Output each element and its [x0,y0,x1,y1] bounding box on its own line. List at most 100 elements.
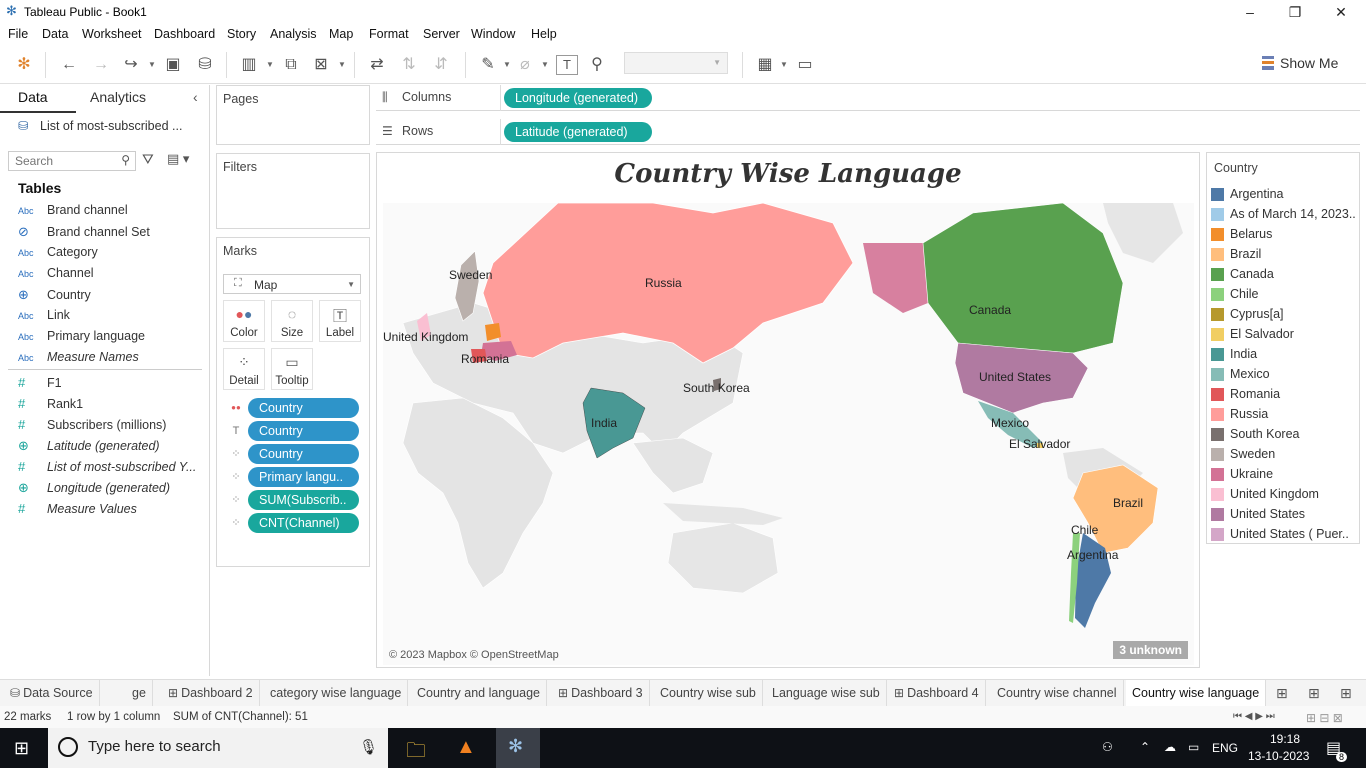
view-list-icon[interactable]: ▤ ▾ [167,151,189,167]
language-indicator[interactable]: ENG [1212,741,1238,755]
sort-ascending-icon[interactable]: ⇅ [398,54,420,76]
legend-item[interactable]: Belarus [1211,225,1359,245]
clock-time[interactable]: 19:18 [1259,732,1311,746]
sheet-tab[interactable]: Country and language [411,680,548,707]
menu-dashboard[interactable]: Dashboard [154,27,215,41]
menu-analysis[interactable]: Analysis [270,27,317,41]
color-button[interactable]: ●● Color [223,300,265,342]
mark-type-select[interactable]: ⛶ Map ▼ [223,274,361,294]
group-members-icon[interactable]: ⌀ [514,54,536,76]
collapse-pane-icon[interactable]: ‹ [193,89,198,105]
tab-data[interactable]: Data [18,89,48,105]
field-item[interactable]: # List of most-subscribed Y... [18,459,208,480]
pages-shelf[interactable]: Pages [216,85,370,145]
marks-pill[interactable]: Country [248,398,359,418]
replay-icon[interactable]: ↪ [120,54,142,76]
clock-date[interactable]: 13-10-2023 [1248,749,1309,763]
highlight-icon[interactable]: ✎ [477,54,499,76]
vlc-icon[interactable]: ▲ [456,736,476,759]
windows-start-icon[interactable]: ⊞ [14,738,29,759]
chevron-down-icon[interactable]: ▼ [780,60,788,69]
field-item[interactable]: # Rank1 [18,396,208,417]
sort-descending-icon[interactable]: ⇵ [430,54,452,76]
field-item[interactable]: # Measure Values [18,501,208,522]
legend-item[interactable]: Mexico [1211,365,1359,385]
new-worksheet-icon[interactable]: ▥ [238,54,260,76]
marks-pill[interactable]: Primary langu.. [248,467,359,487]
field-item[interactable]: Abc Link [18,308,208,329]
field-item[interactable]: Abc Measure Names [18,350,208,371]
menu-story[interactable]: Story [227,27,256,41]
datasource-item[interactable]: ⛁ List of most-subscribed ... [18,118,182,133]
marks-pill[interactable]: CNT(Channel) [248,513,359,533]
legend-item[interactable]: Ukraine [1211,465,1359,485]
filters-shelf[interactable]: Filters [216,153,370,229]
tray-expand-icon[interactable]: ⌃ [1140,740,1150,754]
marks-pill[interactable]: Country [248,421,359,441]
fit-select[interactable]: ▼ [624,52,728,74]
swap-rows-columns-icon[interactable]: ⇄ [366,54,388,76]
tooltip-button[interactable]: ▭ Tooltip [271,348,313,390]
legend-item[interactable]: Chile [1211,285,1359,305]
taskbar-search[interactable]: Type here to search 🎙 [48,728,388,768]
legend-item[interactable]: United States [1211,505,1359,525]
file-explorer-icon[interactable]: 🗀 [406,736,426,770]
rows-shelf[interactable]: ☰ Rows Latitude (generated) [376,119,1360,145]
chevron-down-icon[interactable]: ▼ [503,60,511,69]
unknown-indicator[interactable]: 3 unknown [1113,641,1188,659]
network-icon[interactable]: ☁ [1164,740,1176,754]
rows-pill[interactable]: Latitude (generated) [504,122,652,142]
sheet-tab[interactable]: ⊞ Dashboard 3 [552,680,650,707]
legend-item[interactable]: Romania [1211,385,1359,405]
field-item[interactable]: Abc Channel [18,266,208,287]
legend-item[interactable]: United Kingdom [1211,485,1359,505]
show-cards-icon[interactable]: ▦ [754,54,776,76]
presentation-mode-icon[interactable]: ▭ [794,54,816,76]
size-button[interactable]: ◌ Size [271,300,313,342]
menu-window[interactable]: Window [471,27,515,41]
new-story-icon[interactable]: ⊞ [1340,685,1352,702]
legend-item[interactable]: Russia [1211,405,1359,425]
legend-item[interactable]: Sweden [1211,445,1359,465]
sheet-nav-icon[interactable]: ⏮ ◀ ▶ ⏭ [1233,711,1275,722]
undo-icon[interactable]: ← [58,54,80,76]
sheet-tab[interactable]: ⊞ Dashboard 2 [162,680,260,707]
legend-item[interactable]: South Korea [1211,425,1359,445]
chevron-down-icon[interactable]: ▼ [541,60,549,69]
field-item[interactable]: Abc Primary language [18,329,208,350]
field-item[interactable]: ⊕ Latitude (generated) [18,438,208,459]
field-item[interactable]: Abc Category [18,245,208,266]
field-item[interactable]: # Subscribers (millions) [18,417,208,438]
sheet-tab[interactable]: ge [126,680,153,707]
new-dashboard-icon[interactable]: ⊞ [1308,685,1320,702]
chevron-down-icon[interactable]: ▼ [338,60,346,69]
duplicate-sheet-icon[interactable]: ⧉ [280,54,302,76]
menu-worksheet[interactable]: Worksheet [82,27,142,41]
legend-item[interactable]: El Salvador [1211,325,1359,345]
marks-pill[interactable]: Country [248,444,359,464]
label-button[interactable]: 🅃 Label [319,300,361,342]
field-item[interactable]: ⊕ Country [18,287,208,308]
legend-item[interactable]: Brazil [1211,245,1359,265]
filter-icon[interactable]: ⛛ [142,151,154,168]
redo-icon[interactable]: → [90,54,112,76]
sheet-tab-active[interactable]: Country wise language [1126,680,1267,707]
sheet-tab[interactable]: ⛁ Data Source [4,680,100,707]
sheet-tab[interactable]: category wise language [264,680,409,707]
tableau-start-icon[interactable]: ✻ [13,54,35,76]
detail-button[interactable]: ⁘ Detail [223,348,265,390]
save-icon[interactable]: ▣ [162,54,184,76]
menu-map[interactable]: Map [329,27,353,41]
menu-data[interactable]: Data [42,27,68,41]
new-worksheet-icon[interactable]: ⊞ [1276,685,1288,702]
restore-icon[interactable]: ❐ [1285,2,1305,22]
grid-view-icon[interactable]: ⊞ ⊟ ⊠ [1306,711,1343,725]
legend-item[interactable]: United States ( Puer.. [1211,525,1359,545]
close-icon[interactable]: ✕ [1331,2,1351,22]
sheet-tab[interactable]: ⊞ Dashboard 4 [888,680,986,707]
legend-item[interactable]: Argentina [1211,185,1359,205]
menu-file[interactable]: File [8,27,28,41]
legend-item[interactable]: As of March 14, 2023.. [1211,205,1359,225]
menu-format[interactable]: Format [369,27,409,41]
menu-server[interactable]: Server [423,27,460,41]
